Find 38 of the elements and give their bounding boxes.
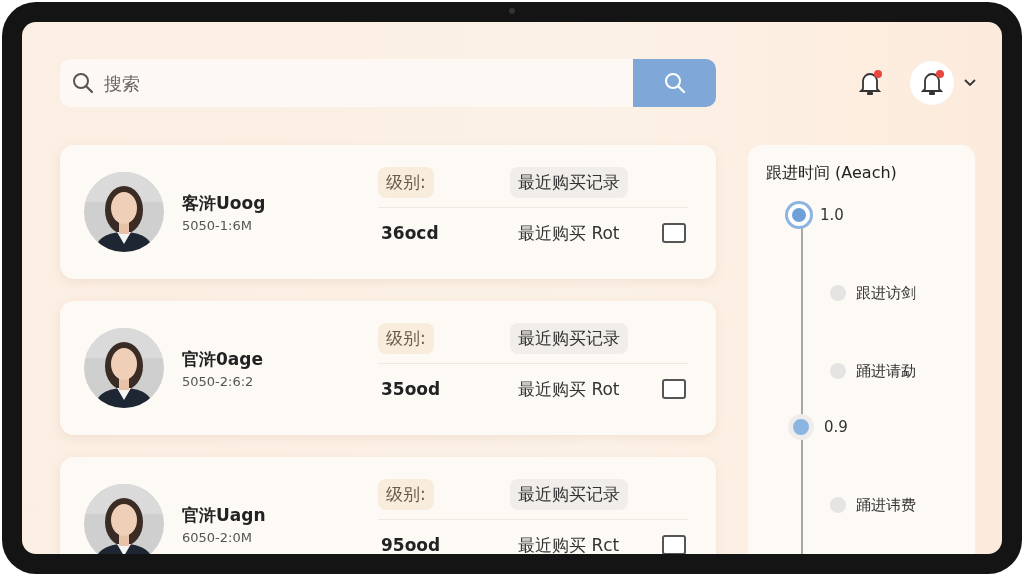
customer-card[interactable]: 客浒Uoog 5050-1:6M 级别: 最近购买记录 36ocd 最近购买 Rot: [60, 145, 716, 279]
camera-icon: [509, 8, 515, 14]
customer-card[interactable]: 官浒Uagn 6050-2:0M 级别: 最近购买记录 95ood 最近购买 Rct: [60, 457, 716, 554]
recent-purchase-text: 最近购买 Rot: [517, 221, 621, 245]
purchase-records-tag[interactable]: 最近购买记录: [510, 478, 628, 510]
notification-bell-icon[interactable]: [910, 61, 954, 105]
amount-value: 35ood: [380, 379, 442, 399]
chevron-down-icon[interactable]: [964, 79, 976, 87]
recent-purchase-text: 最近购买 Rot: [517, 377, 621, 401]
checkbox[interactable]: [662, 223, 686, 243]
timeline-label: 踊进请勐: [856, 361, 916, 381]
search-icon: [72, 72, 94, 94]
timeline-title: 跟进时间 (Aeach): [766, 163, 898, 184]
level-label: 级别:: [378, 322, 434, 354]
amount-value: 36ocd: [380, 223, 440, 243]
checkbox[interactable]: [662, 535, 686, 554]
customer-name: 客浒Uoog: [182, 191, 267, 215]
timeline-dot-icon[interactable]: [788, 414, 814, 440]
timeline-label: 跟进访剑: [856, 283, 916, 303]
customer-name: 官浒Uagn: [182, 503, 267, 527]
purchase-records-tag[interactable]: 最近购买记录: [510, 166, 628, 198]
timeline-label: 1.0: [820, 206, 844, 224]
amount-value: 95ood: [380, 535, 442, 554]
recent-purchase-text: 最近购买 Rct: [517, 533, 621, 554]
search-field[interactable]: 搜索: [60, 59, 716, 107]
customer-date: 6050-2:0M: [182, 529, 253, 545]
timeline-label: 0.9: [824, 418, 848, 436]
customer-card[interactable]: 官浒0age 5050-2:6:2 级别: 最近购买记录 35ood 最近购买 Rot: [60, 301, 716, 435]
level-label: 级别:: [378, 478, 434, 510]
customer-date: 5050-2:6:2: [182, 373, 255, 389]
customer-date: 5050-1:6M: [182, 217, 253, 233]
checkbox[interactable]: [662, 379, 686, 399]
customer-name: 官浒0age: [182, 347, 264, 371]
level-label: 级别:: [378, 166, 434, 198]
search-icon: [663, 72, 686, 94]
search-input[interactable]: 搜索: [102, 71, 633, 95]
timeline-label: 踊进讳费: [856, 495, 916, 515]
purchase-records-tag[interactable]: 最近购买记录: [510, 322, 628, 354]
